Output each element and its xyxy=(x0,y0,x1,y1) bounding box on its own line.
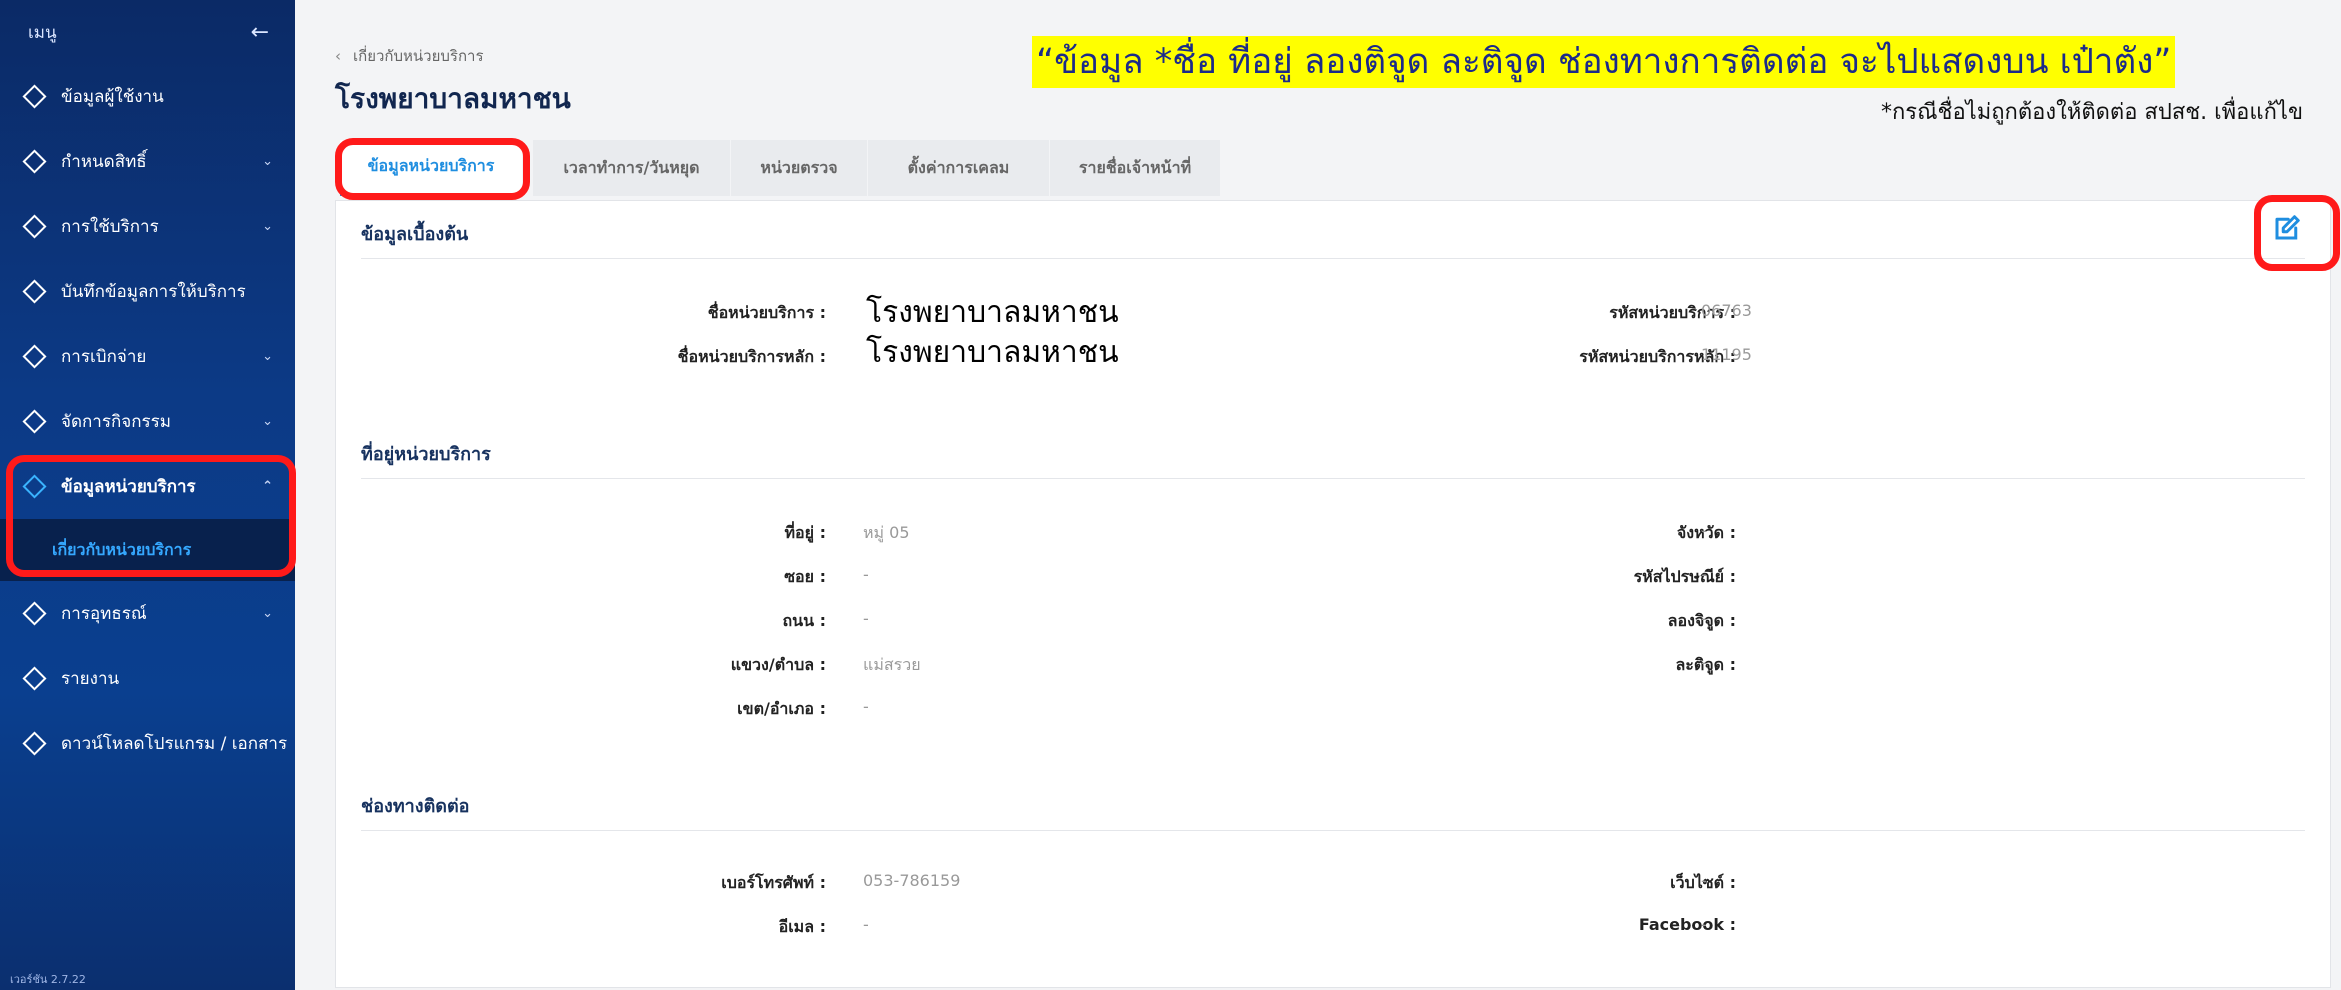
section-title-basic: ข้อมูลเบื้องต้น xyxy=(361,224,469,245)
sidebar-item-downloads[interactable]: ดาวน์โหลดโปรแกรม / เอกสาร xyxy=(0,711,295,776)
annotation-box-edit xyxy=(2254,195,2340,271)
label-subdistrict: แขวง/ตำบล : xyxy=(730,655,826,674)
sidebar-item-label: ข้อมูลผู้ใช้งาน xyxy=(61,87,164,107)
sidebar-item-label: กำหนดสิทธิ์ xyxy=(61,152,147,172)
chevron-down-icon: ⌄ xyxy=(262,349,273,364)
breadcrumb[interactable]: ‹ เกี่ยวกับหน่วยบริการ xyxy=(335,44,484,68)
value-unit-code: 06763 xyxy=(1701,301,1752,320)
label-postcode: รหัสไปรษณีย์ : xyxy=(1633,567,1736,586)
annotation-box-tab xyxy=(335,138,530,200)
diamond-icon xyxy=(22,731,47,756)
diamond-icon xyxy=(22,84,47,109)
sidebar-item-reports[interactable]: รายงาน xyxy=(0,646,295,711)
value-province: - xyxy=(1701,521,1707,540)
value-longitude: - xyxy=(1701,609,1707,628)
sidebar-title: เมนู xyxy=(28,22,57,43)
label-main-unit-code: รหัสหน่วยบริการหลัก : xyxy=(1579,347,1736,366)
label-road: ถนน : xyxy=(782,611,826,630)
arrow-left-icon[interactable]: ← xyxy=(251,20,269,45)
label-district: เขต/อำเภอ : xyxy=(737,699,826,718)
unit-info-card: ข้อมูลเบื้องต้น ชื่อหน่วยบริการ : โรงพยา… xyxy=(335,200,2331,988)
diamond-icon xyxy=(22,214,47,239)
sidebar-item-label: การใช้บริการ xyxy=(61,217,159,237)
value-facebook: - xyxy=(1701,915,1707,934)
section-title-contact: ช่องทางติดต่อ xyxy=(361,796,470,817)
value-main-unit-code: 11195 xyxy=(1701,345,1752,364)
label-email: อีเมล : xyxy=(778,917,826,936)
label-facebook: Facebook : xyxy=(1638,915,1736,934)
section-title-address: ที่อยู่หน่วยบริการ xyxy=(361,444,491,465)
chevron-down-icon: ⌄ xyxy=(262,606,273,621)
annotation-note: “ข้อมูล *ชื่อ ที่อยู่ ลองติจูด ละติจูด ช… xyxy=(1032,36,2176,88)
sidebar-item-user-info[interactable]: ข้อมูลผู้ใช้งาน xyxy=(0,64,295,129)
value-phone: 053-786159 xyxy=(863,871,961,890)
sidebar-item-label: จัดการกิจกรรม xyxy=(61,412,171,432)
label-phone: เบอร์โทรศัพท์ : xyxy=(721,873,826,892)
chevron-left-icon: ‹ xyxy=(335,47,341,65)
label-latitude: ละติจูด : xyxy=(1675,655,1736,674)
value-website: - xyxy=(1701,871,1707,890)
chevron-down-icon: ⌄ xyxy=(262,154,273,169)
label-longitude: ลองจิจูด : xyxy=(1667,611,1736,630)
diamond-icon xyxy=(22,409,47,434)
value-district: - xyxy=(863,697,869,716)
breadcrumb-label: เกี่ยวกับหน่วยบริการ xyxy=(353,47,484,65)
tab-staff-list[interactable]: รายชื่อเจ้าหน้าที่ xyxy=(1050,140,1220,196)
sidebar-header: เมนู ← xyxy=(0,0,295,64)
divider xyxy=(361,478,2305,479)
sidebar-item-permissions[interactable]: กำหนดสิทธิ์ ⌄ xyxy=(0,129,295,194)
chevron-down-icon: ⌄ xyxy=(262,414,273,429)
annotation-subnote: *กรณีชื่อไม่ถูกต้องให้ติดต่อ สปสช. เพื่อ… xyxy=(1880,100,2303,125)
sidebar-item-label: รายงาน xyxy=(61,669,120,689)
diamond-icon xyxy=(22,344,47,369)
sidebar-item-label: ดาวน์โหลดโปรแกรม / เอกสาร xyxy=(61,734,288,754)
divider xyxy=(361,830,2305,831)
diamond-icon xyxy=(22,601,47,626)
tab-office-hours[interactable]: เวลาทำการ/วันหยุด xyxy=(533,140,730,196)
label-main-unit-name: ชื่อหน่วยบริการหลัก : xyxy=(677,347,826,366)
label-unit-code: รหัสหน่วยบริการ : xyxy=(1609,303,1736,322)
tab-claim-settings[interactable]: ตั้งค่าการเคลม xyxy=(868,140,1049,196)
sidebar-item-service-usage[interactable]: การใช้บริการ ⌄ xyxy=(0,194,295,259)
version-label: เวอร์ชัน 2.7.22 xyxy=(10,973,86,986)
sidebar-item-label: บันทึกข้อมูลการให้บริการ xyxy=(61,282,246,302)
sidebar-item-label: การเบิกจ่าย xyxy=(61,347,147,367)
value-email: - xyxy=(863,915,869,934)
value-postcode: - xyxy=(1701,565,1707,584)
chevron-down-icon: ⌄ xyxy=(262,219,273,234)
value-soi: - xyxy=(863,565,869,584)
sidebar-item-activities[interactable]: จัดการกิจกรรม ⌄ xyxy=(0,389,295,454)
divider xyxy=(361,258,2305,259)
value-main-unit-name: โรงพยาบาลมหาชน xyxy=(866,335,1119,370)
value-subdistrict: แม่สรวย xyxy=(863,655,921,674)
diamond-icon xyxy=(22,279,47,304)
page-title: โรงพยาบาลมหาชน xyxy=(335,82,571,115)
label-province: จังหวัด : xyxy=(1676,523,1736,542)
diamond-icon xyxy=(22,666,47,691)
value-latitude: - xyxy=(1701,653,1707,672)
annotation-box-sidebar xyxy=(6,455,296,577)
tab-exam-units[interactable]: หน่วยตรวจ xyxy=(731,140,867,196)
label-website: เว็บไซต์ : xyxy=(1670,873,1736,892)
label-soi: ซอย : xyxy=(784,567,826,586)
value-road: - xyxy=(863,609,869,628)
sidebar-item-appeal[interactable]: การอุทธรณ์ ⌄ xyxy=(0,581,295,646)
label-address: ที่อยู่ : xyxy=(784,523,827,542)
value-address: หมู่ 05 xyxy=(863,523,910,542)
label-unit-name: ชื่อหน่วยบริการ : xyxy=(707,303,826,322)
sidebar-item-label: การอุทธรณ์ xyxy=(61,604,147,624)
sidebar-item-disbursement[interactable]: การเบิกจ่าย ⌄ xyxy=(0,324,295,389)
diamond-icon xyxy=(22,149,47,174)
sidebar-item-service-record[interactable]: บันทึกข้อมูลการให้บริการ xyxy=(0,259,295,324)
